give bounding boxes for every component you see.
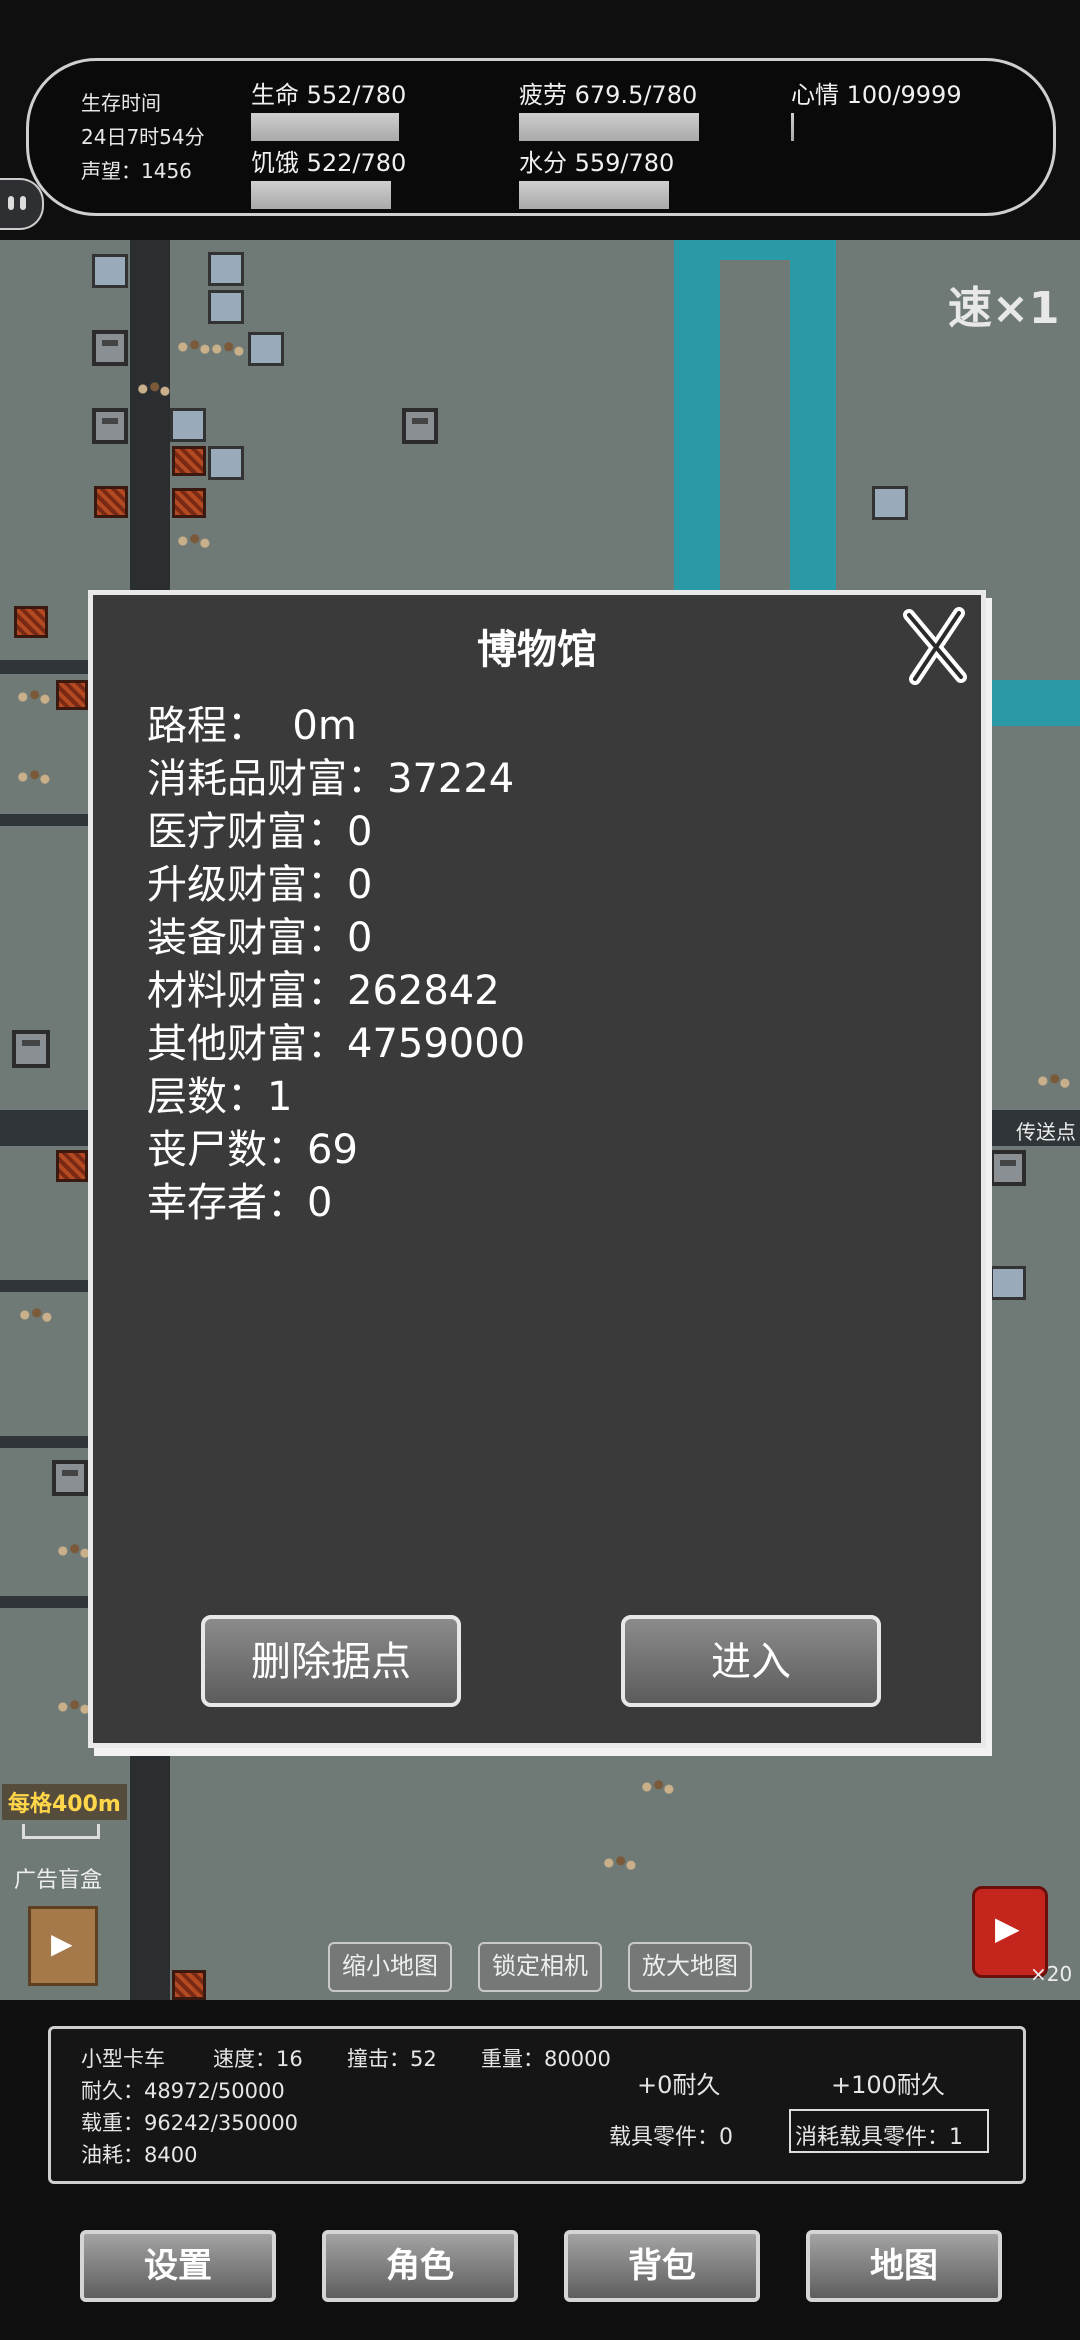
- status-panel: 生存时间 24日7时54分 声望：1456 生命 552/780 疲劳 679.…: [26, 58, 1056, 216]
- survival-time-label: 生存时间: [81, 91, 161, 115]
- building-icon[interactable]: [92, 254, 128, 288]
- building-icon[interactable]: [12, 1030, 50, 1068]
- zombie-group-icon: [602, 1852, 636, 1874]
- portal-label[interactable]: 传送点: [1016, 1116, 1076, 1145]
- resource-icon[interactable]: [172, 446, 206, 476]
- zombie-group-icon: [176, 336, 210, 358]
- fatigue-bar: [519, 113, 699, 141]
- zombie-group-icon: [1036, 1070, 1070, 1092]
- road: [0, 1436, 90, 1448]
- zombie-group-icon: [16, 766, 50, 788]
- zoom-in-button[interactable]: 放大地图: [628, 1942, 752, 1992]
- ad-box-label: 广告盲盒: [14, 1868, 103, 1893]
- zombie-group-icon: [210, 338, 244, 360]
- building-icon[interactable]: [208, 446, 244, 480]
- river: [990, 680, 1080, 726]
- info-upgrade: 升级财富：0: [147, 862, 373, 908]
- vehicle-weight: 重量：80000: [481, 2047, 611, 2071]
- hunger-label: 饥饿 522/780: [251, 149, 407, 177]
- info-equipment: 装备财富：0: [147, 915, 373, 961]
- mood-bar: [791, 113, 794, 141]
- zoom-out-button[interactable]: 缩小地图: [328, 1942, 452, 1992]
- zombie-group-icon: [56, 1540, 90, 1562]
- water-bar: [519, 181, 669, 209]
- resource-icon[interactable]: [94, 486, 128, 518]
- building-icon[interactable]: [248, 332, 284, 366]
- settings-button[interactable]: 设置: [80, 2230, 276, 2302]
- ad-box-icon[interactable]: [28, 1906, 98, 1986]
- river: [674, 240, 720, 590]
- map-scale-label: 每格400m: [2, 1784, 127, 1820]
- zombie-group-icon: [640, 1776, 674, 1798]
- river: [790, 240, 836, 590]
- info-materials: 材料财富：262842: [147, 968, 500, 1014]
- vehicle-parts-count: 载具零件：0: [609, 2125, 733, 2150]
- add-100-durability-button[interactable]: +100耐久: [831, 2065, 945, 2100]
- road: [0, 660, 90, 674]
- zombie-group-icon: [56, 1696, 90, 1718]
- vehicle-fuel: 油耗：8400: [81, 2143, 198, 2167]
- life-bar: [251, 113, 399, 141]
- dialog-title: 博物馆: [477, 627, 597, 673]
- zombie-group-icon: [16, 686, 50, 708]
- building-icon[interactable]: [990, 1266, 1026, 1300]
- info-survivors: 幸存者：0: [147, 1180, 333, 1226]
- resource-icon[interactable]: [14, 606, 48, 638]
- close-icon[interactable]: [901, 607, 971, 685]
- building-icon[interactable]: [92, 408, 128, 444]
- info-distance: 路程： 0m: [147, 703, 357, 749]
- delete-base-button[interactable]: 删除据点: [201, 1615, 461, 1707]
- add-0-durability-button[interactable]: +0耐久: [637, 2065, 720, 2100]
- building-icon[interactable]: [208, 290, 244, 324]
- location-dialog: 博物馆 路程： 0m 消耗品财富：37224 医疗财富：0 升级财富：0 装备财…: [88, 590, 986, 1748]
- character-button[interactable]: 角色: [322, 2230, 518, 2302]
- vehicle-durability: 耐久：48972/50000: [81, 2079, 285, 2103]
- resource-icon[interactable]: [172, 1970, 206, 2000]
- life-label: 生命 552/780: [251, 81, 407, 109]
- info-consumables: 消耗品财富：37224: [147, 756, 515, 802]
- vehicle-impact: 撞击：52: [347, 2047, 437, 2071]
- road: [0, 1280, 90, 1292]
- road: [0, 1596, 90, 1608]
- enter-button[interactable]: 进入: [621, 1615, 881, 1707]
- resource-icon[interactable]: [56, 1150, 88, 1182]
- backpack-button[interactable]: 背包: [564, 2230, 760, 2302]
- info-floors: 层数：1: [147, 1074, 293, 1120]
- resource-icon[interactable]: [172, 488, 206, 518]
- building-icon[interactable]: [872, 486, 908, 520]
- lock-camera-button[interactable]: 锁定相机: [478, 1942, 602, 1992]
- resource-icon[interactable]: [56, 680, 88, 710]
- vehicle-speed: 速度：16: [213, 2047, 303, 2071]
- zombie-group-icon: [136, 378, 170, 400]
- building-icon[interactable]: [402, 408, 438, 444]
- hunger-bar: [251, 181, 391, 209]
- building-icon[interactable]: [170, 408, 206, 442]
- map-button[interactable]: 地图: [806, 2230, 1002, 2302]
- river: [674, 240, 836, 260]
- info-zombies: 丧尸数：69: [147, 1127, 358, 1173]
- fuel-count: ×20: [1030, 1962, 1073, 1986]
- road: [0, 814, 90, 826]
- building-icon[interactable]: [52, 1460, 88, 1496]
- water-label: 水分 559/780: [519, 149, 675, 177]
- info-medical: 医疗财富：0: [147, 809, 373, 855]
- reputation-text: 声望：1456: [81, 159, 192, 183]
- fatigue-label: 疲劳 679.5/780: [519, 81, 698, 109]
- vehicle-name: 小型卡车: [81, 2047, 165, 2071]
- building-icon[interactable]: [92, 330, 128, 366]
- vehicle-load: 载重：96242/350000: [81, 2111, 299, 2135]
- building-icon[interactable]: [990, 1150, 1026, 1186]
- building-icon[interactable]: [208, 252, 244, 286]
- info-other: 其他财富：4759000: [147, 1021, 526, 1067]
- map-scale-bar: [22, 1824, 100, 1839]
- consume-parts-label: 消耗载具零件：1: [795, 2125, 963, 2150]
- consume-parts-field[interactable]: 消耗载具零件：1: [789, 2109, 989, 2153]
- speed-indicator[interactable]: 速×1: [948, 272, 1059, 336]
- side-menu-tab[interactable]: [0, 178, 44, 230]
- vehicle-panel: 小型卡车 速度：16 撞击：52 重量：80000 耐久：48972/50000…: [48, 2026, 1026, 2184]
- zombie-group-icon: [176, 530, 210, 552]
- mood-label: 心情 100/9999: [791, 81, 962, 109]
- zombie-group-icon: [18, 1304, 52, 1326]
- survival-time-value: 24日7时54分: [81, 125, 205, 149]
